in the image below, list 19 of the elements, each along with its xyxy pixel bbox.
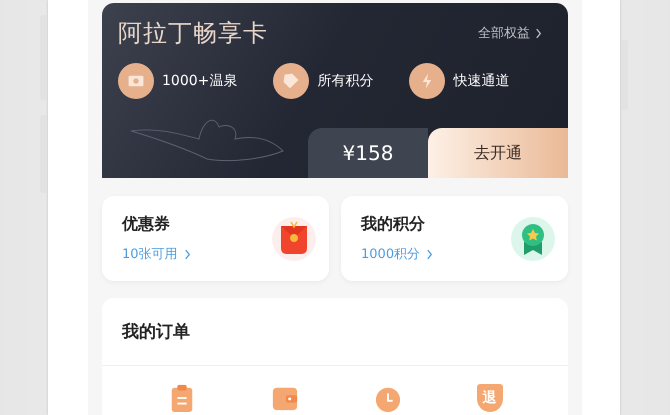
shortcut-card[interactable]: 优惠券 10张可用 bbox=[102, 196, 329, 281]
lightning-icon bbox=[409, 63, 446, 99]
card-title: 我的积分 bbox=[361, 214, 426, 235]
chevron-right-icon bbox=[184, 248, 191, 260]
envelope-icon bbox=[271, 216, 317, 262]
photo-icon bbox=[118, 63, 154, 99]
activate-button[interactable]: 去开通 bbox=[428, 128, 568, 178]
chevron-right-icon bbox=[535, 28, 542, 38]
tag-icon bbox=[273, 63, 310, 99]
shortcut-card[interactable]: 我的积分 1000积分 bbox=[341, 196, 568, 281]
benefit-label: 快速通道 bbox=[453, 72, 510, 90]
all-benefits-link[interactable]: 全部权益 bbox=[478, 24, 542, 42]
award-badge-icon bbox=[510, 216, 556, 262]
benefit-label: 所有积分 bbox=[317, 72, 374, 90]
chevron-right-icon bbox=[426, 248, 434, 260]
card-title: 阿拉丁畅享卡 bbox=[118, 18, 268, 49]
section-title: 我的订单 bbox=[122, 321, 190, 343]
card-title: 优惠券 bbox=[122, 214, 171, 235]
benefit-label: 1000+温泉 bbox=[162, 72, 238, 90]
